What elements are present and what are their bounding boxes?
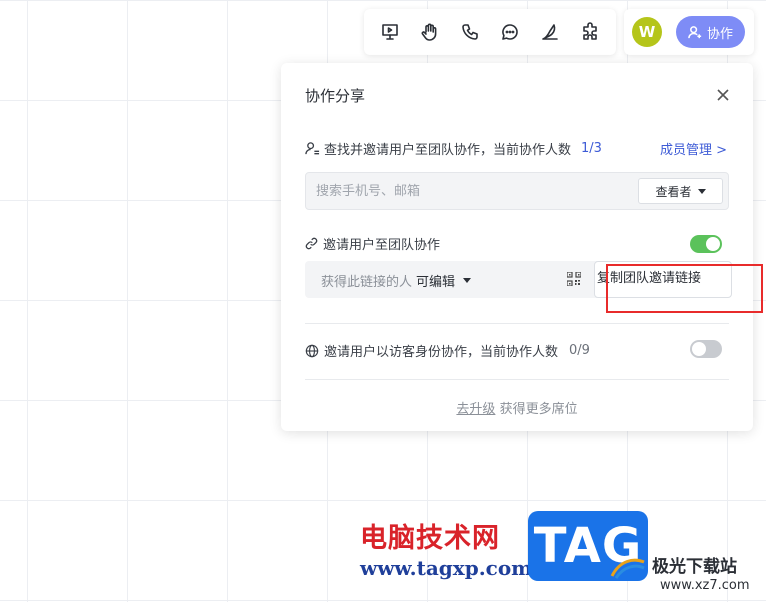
upgrade-row: 去升级 获得更多席位 <box>281 398 753 417</box>
plugin-icon <box>583 22 597 40</box>
upgrade-text: 获得更多席位 <box>495 402 578 417</box>
close-icon <box>717 89 729 101</box>
share-panel: 协作分享 查找并邀请用户至团队协作，当前协作人数 1/3 成员管理 > 查看者 … <box>281 63 753 431</box>
call-button[interactable] <box>456 18 484 46</box>
top-toolbar <box>364 9 616 55</box>
divider <box>305 379 729 380</box>
role-value: 查看者 <box>655 184 692 199</box>
guest-count: 0/9 <box>569 343 590 358</box>
avatar[interactable]: W <box>632 17 662 47</box>
close-button[interactable] <box>715 87 731 103</box>
hand-icon <box>421 23 437 41</box>
collaborate-label: 协作 <box>707 26 734 42</box>
guest-invite-toggle[interactable] <box>690 340 722 358</box>
present-button[interactable] <box>376 18 404 46</box>
link-box: 获得此链接的人 可编辑 复制团队邀请链接 <box>305 261 732 298</box>
qr-code-icon[interactable] <box>567 272 581 286</box>
add-user-icon <box>688 25 702 38</box>
watermark-site-title: 极光下载站 <box>652 557 737 577</box>
invite-link-row: 邀请用户至团队协作 <box>305 234 440 253</box>
link-permission-select[interactable]: 获得此链接的人 可编辑 <box>321 271 472 290</box>
aurora-logo-icon <box>610 558 645 579</box>
draw-button[interactable] <box>536 18 564 46</box>
link-icon <box>305 237 318 250</box>
comment-button[interactable] <box>496 18 524 46</box>
toggle-knob <box>706 237 720 251</box>
present-icon <box>382 24 398 40</box>
pen-icon <box>542 24 558 40</box>
permission-value: 可编辑 <box>416 275 456 290</box>
search-box: 查看者 <box>305 172 729 210</box>
plugin-button[interactable] <box>576 18 604 46</box>
divider <box>305 323 729 324</box>
member-management-link[interactable]: 成员管理 > <box>660 139 727 158</box>
watermark-url: www.tagxp.com <box>360 556 533 580</box>
guest-invite-row: 邀请用户以访客身份协作，当前协作人数 0/9 <box>305 341 590 360</box>
watermark-site-url: www.xz7.com <box>660 578 750 593</box>
role-select[interactable]: 查看者 <box>638 178 723 204</box>
watermark-title: 电脑技术网 <box>360 523 500 554</box>
invite-link-label: 邀请用户至团队协作 <box>323 238 441 253</box>
invite-search-row: 查找并邀请用户至团队协作，当前协作人数 1/3 <box>305 139 602 158</box>
globe-icon <box>305 344 319 357</box>
invite-link-toggle[interactable] <box>690 235 722 253</box>
upgrade-link[interactable]: 去升级 <box>456 402 495 417</box>
member-count: 1/3 <box>581 141 602 156</box>
panel-title: 协作分享 <box>305 87 366 105</box>
chat-icon <box>502 24 518 40</box>
invite-search-label: 查找并邀请用户至团队协作，当前协作人数 <box>324 143 572 158</box>
search-input[interactable] <box>316 181 616 201</box>
guest-invite-label: 邀请用户以访客身份协作，当前协作人数 <box>324 345 559 360</box>
search-user-icon <box>305 142 320 155</box>
phone-icon <box>462 24 478 40</box>
copy-invite-link-button[interactable]: 复制团队邀请链接 <box>594 261 732 298</box>
raise-hand-button[interactable] <box>416 18 444 46</box>
chevron-down-icon <box>697 188 706 194</box>
collaborate-button[interactable]: 协作 <box>676 16 746 48</box>
link-prefix: 获得此链接的人 <box>321 275 413 290</box>
toggle-knob <box>692 342 706 356</box>
user-bar: W 协作 <box>624 9 754 55</box>
chevron-down-icon <box>463 278 472 283</box>
